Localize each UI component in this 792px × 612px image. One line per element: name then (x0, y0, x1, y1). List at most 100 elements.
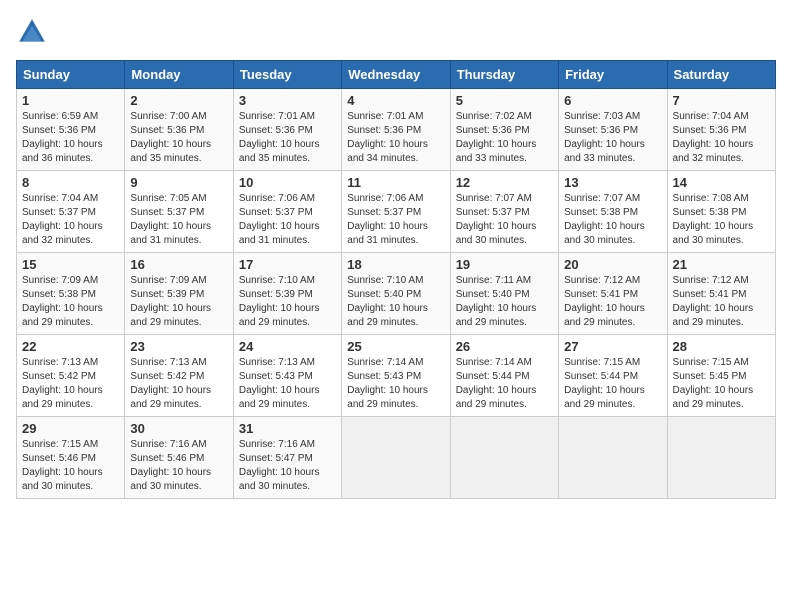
day-number: 31 (239, 421, 336, 436)
day-number: 22 (22, 339, 119, 354)
calendar-cell: 4 Sunrise: 7:01 AMSunset: 5:36 PMDaylight… (342, 89, 450, 171)
day-info: Sunrise: 7:05 AMSunset: 5:37 PMDaylight:… (130, 193, 211, 246)
calendar-cell: 31 Sunrise: 7:16 AMSunset: 5:47 PMDayligh… (233, 417, 341, 499)
calendar-header-friday: Friday (559, 61, 667, 89)
calendar-cell: 19 Sunrise: 7:11 AMSunset: 5:40 PMDayligh… (450, 253, 558, 335)
day-number: 12 (456, 175, 553, 190)
calendar-header-sunday: Sunday (17, 61, 125, 89)
day-number: 15 (22, 257, 119, 272)
day-number: 2 (130, 93, 227, 108)
day-info: Sunrise: 7:15 AMSunset: 5:44 PMDaylight:… (564, 357, 645, 410)
calendar-cell: 1Sunrise: 6:59 AMSunset: 5:36 PMDaylight… (17, 89, 125, 171)
calendar-cell: 22 Sunrise: 7:13 AMSunset: 5:42 PMDayligh… (17, 335, 125, 417)
calendar-cell: 11Sunrise: 7:06 AMSunset: 5:37 PMDayligh… (342, 171, 450, 253)
calendar-cell: 29 Sunrise: 7:15 AMSunset: 5:46 PMDayligh… (17, 417, 125, 499)
calendar-cell: 13 Sunrise: 7:07 AMSunset: 5:38 PMDayligh… (559, 171, 667, 253)
calendar-week-row: 29 Sunrise: 7:15 AMSunset: 5:46 PMDayligh… (17, 417, 776, 499)
calendar-header-thursday: Thursday (450, 61, 558, 89)
page-header (16, 16, 776, 48)
calendar-cell: 6 Sunrise: 7:03 AMSunset: 5:36 PMDaylight… (559, 89, 667, 171)
calendar-cell (559, 417, 667, 499)
calendar-header-monday: Monday (125, 61, 233, 89)
calendar-cell: 17 Sunrise: 7:10 AMSunset: 5:39 PMDayligh… (233, 253, 341, 335)
day-number: 4 (347, 93, 444, 108)
day-info: Sunrise: 7:13 AMSunset: 5:42 PMDaylight:… (22, 357, 103, 410)
calendar-week-row: 8Sunrise: 7:04 AMSunset: 5:37 PMDaylight… (17, 171, 776, 253)
day-number: 19 (456, 257, 553, 272)
day-number: 17 (239, 257, 336, 272)
day-info: Sunrise: 7:16 AMSunset: 5:47 PMDaylight:… (239, 439, 320, 492)
day-number: 27 (564, 339, 661, 354)
day-info: Sunrise: 7:14 AMSunset: 5:43 PMDaylight:… (347, 357, 428, 410)
day-number: 28 (673, 339, 770, 354)
day-info: Sunrise: 7:13 AMSunset: 5:42 PMDaylight:… (130, 357, 211, 410)
day-number: 26 (456, 339, 553, 354)
calendar-week-row: 15 Sunrise: 7:09 AMSunset: 5:38 PMDayligh… (17, 253, 776, 335)
day-info: Sunrise: 7:03 AMSunset: 5:36 PMDaylight:… (564, 111, 645, 164)
calendar-cell: 3 Sunrise: 7:01 AMSunset: 5:36 PMDaylight… (233, 89, 341, 171)
calendar-week-row: 22 Sunrise: 7:13 AMSunset: 5:42 PMDayligh… (17, 335, 776, 417)
calendar-cell: 10 Sunrise: 7:06 AMSunset: 5:37 PMDayligh… (233, 171, 341, 253)
calendar-cell: 28Sunrise: 7:15 AMSunset: 5:45 PMDayligh… (667, 335, 775, 417)
day-info: Sunrise: 7:02 AMSunset: 5:36 PMDaylight:… (456, 111, 537, 164)
calendar-cell: 16Sunrise: 7:09 AMSunset: 5:39 PMDayligh… (125, 253, 233, 335)
calendar-header-saturday: Saturday (667, 61, 775, 89)
logo (16, 16, 52, 48)
day-number: 29 (22, 421, 119, 436)
day-info: Sunrise: 7:11 AMSunset: 5:40 PMDaylight:… (456, 275, 537, 328)
day-number: 23 (130, 339, 227, 354)
calendar-cell: 26 Sunrise: 7:14 AMSunset: 5:44 PMDayligh… (450, 335, 558, 417)
day-info: Sunrise: 7:00 AMSunset: 5:36 PMDaylight:… (130, 111, 211, 164)
day-number: 6 (564, 93, 661, 108)
calendar-cell: 18 Sunrise: 7:10 AMSunset: 5:40 PMDayligh… (342, 253, 450, 335)
calendar-cell (450, 417, 558, 499)
day-info: Sunrise: 7:07 AMSunset: 5:38 PMDaylight:… (564, 193, 645, 246)
day-number: 14 (673, 175, 770, 190)
logo-icon (16, 16, 48, 48)
day-info: Sunrise: 7:01 AMSunset: 5:36 PMDaylight:… (239, 111, 320, 164)
calendar-cell: 23 Sunrise: 7:13 AMSunset: 5:42 PMDayligh… (125, 335, 233, 417)
calendar-week-row: 1Sunrise: 6:59 AMSunset: 5:36 PMDaylight… (17, 89, 776, 171)
calendar-cell: 12 Sunrise: 7:07 AMSunset: 5:37 PMDayligh… (450, 171, 558, 253)
calendar-cell: 7 Sunrise: 7:04 AMSunset: 5:36 PMDaylight… (667, 89, 775, 171)
day-info: Sunrise: 7:13 AMSunset: 5:43 PMDaylight:… (239, 357, 320, 410)
day-number: 16 (130, 257, 227, 272)
day-info: Sunrise: 7:09 AMSunset: 5:38 PMDaylight:… (22, 275, 103, 328)
day-info: Sunrise: 7:12 AMSunset: 5:41 PMDaylight:… (673, 275, 754, 328)
day-number: 30 (130, 421, 227, 436)
day-number: 20 (564, 257, 661, 272)
day-info: Sunrise: 7:04 AMSunset: 5:36 PMDaylight:… (673, 111, 754, 164)
day-info: Sunrise: 7:06 AMSunset: 5:37 PMDaylight:… (239, 193, 320, 246)
calendar-header-wednesday: Wednesday (342, 61, 450, 89)
calendar-cell (667, 417, 775, 499)
calendar-cell: 20 Sunrise: 7:12 AMSunset: 5:41 PMDayligh… (559, 253, 667, 335)
day-info: Sunrise: 7:04 AMSunset: 5:37 PMDaylight:… (22, 193, 103, 246)
calendar-cell: 24 Sunrise: 7:13 AMSunset: 5:43 PMDayligh… (233, 335, 341, 417)
calendar-cell: 5Sunrise: 7:02 AMSunset: 5:36 PMDaylight… (450, 89, 558, 171)
day-number: 9 (130, 175, 227, 190)
day-info: Sunrise: 7:10 AMSunset: 5:39 PMDaylight:… (239, 275, 320, 328)
day-number: 10 (239, 175, 336, 190)
calendar-table: SundayMondayTuesdayWednesdayThursdayFrid… (16, 60, 776, 499)
calendar-header-tuesday: Tuesday (233, 61, 341, 89)
calendar-cell: 9 Sunrise: 7:05 AMSunset: 5:37 PMDaylight… (125, 171, 233, 253)
day-number: 13 (564, 175, 661, 190)
day-info: Sunrise: 7:15 AMSunset: 5:46 PMDaylight:… (22, 439, 103, 492)
day-number: 25 (347, 339, 444, 354)
day-info: Sunrise: 7:12 AMSunset: 5:41 PMDaylight:… (564, 275, 645, 328)
day-info: Sunrise: 7:07 AMSunset: 5:37 PMDaylight:… (456, 193, 537, 246)
day-number: 18 (347, 257, 444, 272)
calendar-cell: 21Sunrise: 7:12 AMSunset: 5:41 PMDayligh… (667, 253, 775, 335)
calendar-cell: 14Sunrise: 7:08 AMSunset: 5:38 PMDayligh… (667, 171, 775, 253)
day-info: Sunrise: 7:06 AMSunset: 5:37 PMDaylight:… (347, 193, 428, 246)
day-info: Sunrise: 6:59 AMSunset: 5:36 PMDaylight:… (22, 111, 103, 164)
day-info: Sunrise: 7:16 AMSunset: 5:46 PMDaylight:… (130, 439, 211, 492)
day-number: 24 (239, 339, 336, 354)
day-info: Sunrise: 7:14 AMSunset: 5:44 PMDaylight:… (456, 357, 537, 410)
calendar-cell: 15 Sunrise: 7:09 AMSunset: 5:38 PMDayligh… (17, 253, 125, 335)
calendar-cell: 27 Sunrise: 7:15 AMSunset: 5:44 PMDayligh… (559, 335, 667, 417)
day-number: 3 (239, 93, 336, 108)
day-info: Sunrise: 7:10 AMSunset: 5:40 PMDaylight:… (347, 275, 428, 328)
day-number: 7 (673, 93, 770, 108)
day-info: Sunrise: 7:01 AMSunset: 5:36 PMDaylight:… (347, 111, 428, 164)
